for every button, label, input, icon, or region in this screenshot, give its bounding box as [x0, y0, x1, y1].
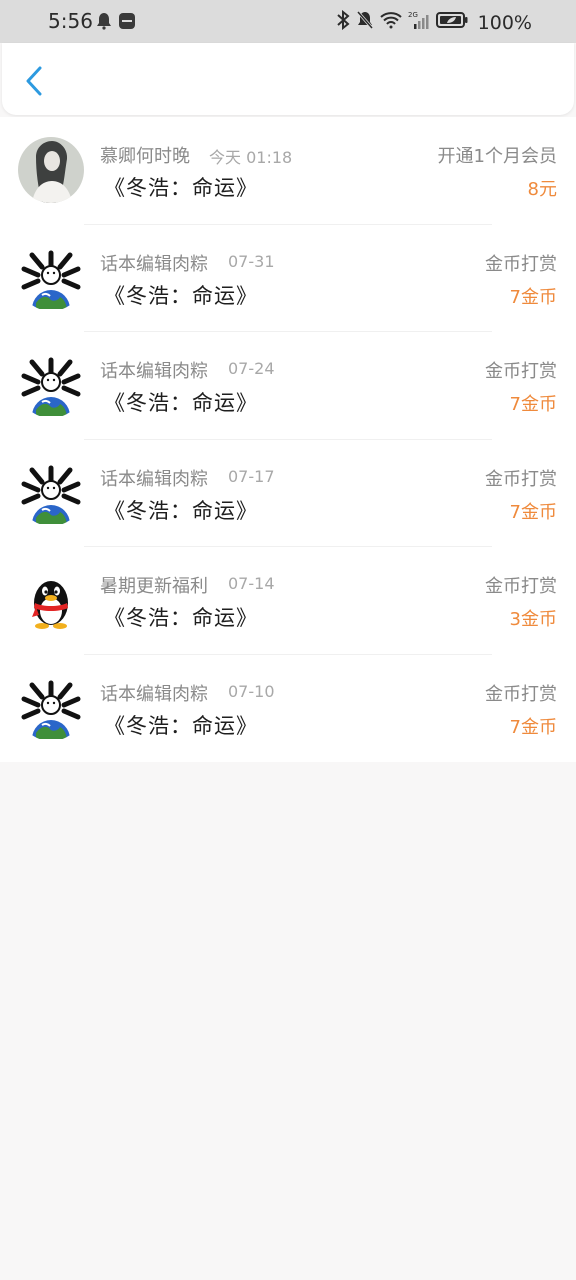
record-time: 07-10 [228, 681, 275, 701]
list-item[interactable]: 话本编辑肉粽 07-24 《冬浩：命运》 金币打赏 7金币 [0, 332, 576, 440]
list-item[interactable]: 话本编辑肉粽 07-17 《冬浩：命运》 金币打赏 7金币 [0, 440, 576, 547]
record-type: 金币打赏 [485, 683, 557, 705]
mute-bell-icon [356, 10, 374, 35]
record-type: 金币打赏 [485, 468, 557, 490]
battery-icon [435, 11, 468, 34]
svg-text:2G: 2G [408, 11, 418, 19]
book-title: 《冬浩：命运》 [104, 283, 258, 308]
book-title: 《冬浩：命运》 [104, 391, 258, 415]
record-amount: 7金币 [509, 501, 557, 523]
sender-name: 话本编辑肉粽 [100, 468, 208, 490]
list-item[interactable]: 话本编辑肉粽 07-10 《冬浩：命运》 金币打赏 7金币 [0, 655, 576, 763]
back-button[interactable] [20, 66, 48, 100]
record-time: 07-31 [228, 251, 275, 271]
battery-percent: 100% [477, 11, 532, 34]
bluetooth-icon [336, 9, 350, 35]
bone-globe-avatar[interactable] [18, 352, 84, 418]
list-item[interactable]: 暑期更新福利 07-14 《冬浩：命运》 金币打赏 3金币 [0, 547, 576, 655]
qq-penguin-avatar[interactable] [18, 567, 84, 633]
book-title: 《冬浩：命运》 [104, 713, 258, 738]
book-title: 《冬浩：命运》 [104, 176, 258, 200]
top-nav-bar [2, 43, 574, 115]
record-amount: 3金币 [509, 609, 557, 630]
record-time: 07-24 [228, 359, 275, 378]
bone-globe-avatar[interactable] [18, 245, 84, 311]
record-type: 金币打赏 [485, 253, 557, 275]
list-item[interactable]: 话本编辑肉粽 07-31 《冬浩：命运》 金币打赏 7金币 [0, 225, 576, 332]
qq-bell-icon [96, 12, 112, 34]
record-amount: 7金币 [509, 286, 557, 308]
sender-name: 话本编辑肉粽 [100, 683, 208, 705]
bone-globe-avatar[interactable] [18, 675, 84, 741]
huawei-app-icon [118, 12, 136, 34]
record-type: 金币打赏 [485, 361, 557, 382]
status-bar: 5:56 2G 100% [0, 0, 576, 43]
sender-name: 话本编辑肉粽 [100, 361, 208, 382]
signal-2g-icon: 2G [408, 10, 430, 35]
record-type: 金币打赏 [485, 576, 557, 597]
photo-avatar[interactable] [18, 137, 84, 203]
list-item[interactable]: 慕卿何时晚 今天 01:18 《冬浩：命运》 开通1个月会员 8元 [0, 117, 576, 225]
reward-record-list: 慕卿何时晚 今天 01:18 《冬浩：命运》 开通1个月会员 8元 话本编辑肉粽… [0, 117, 576, 762]
record-type: 开通1个月会员 [437, 146, 557, 167]
sender-name: 话本编辑肉粽 [100, 253, 208, 275]
record-time: 今天 01:18 [209, 148, 293, 167]
status-time: 5:56 [48, 9, 93, 33]
book-title: 《冬浩：命运》 [104, 606, 258, 630]
sender-name: 慕卿何时晚 [100, 146, 190, 167]
bone-globe-avatar[interactable] [18, 460, 84, 526]
wifi-icon [380, 11, 402, 34]
sender-name: 暑期更新福利 [100, 576, 208, 597]
chevron-left-icon [25, 66, 43, 100]
record-amount: 7金币 [509, 394, 557, 415]
record-amount: 8元 [527, 179, 557, 200]
record-time: 07-17 [228, 466, 275, 486]
record-amount: 7金币 [509, 716, 557, 738]
book-title: 《冬浩：命运》 [104, 498, 258, 523]
record-time: 07-14 [228, 574, 275, 593]
